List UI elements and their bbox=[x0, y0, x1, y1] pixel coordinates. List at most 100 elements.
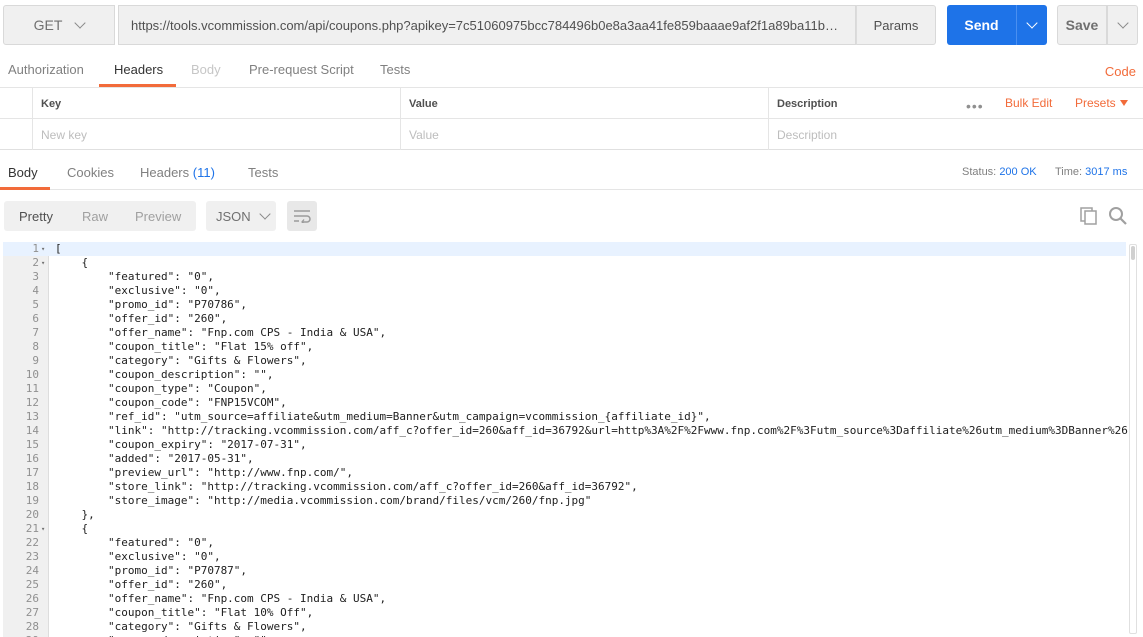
code-line: 25 "offer_id": "260", bbox=[3, 578, 1126, 592]
code-line: 14 "link": "http://tracking.vcommission.… bbox=[3, 424, 1128, 438]
line-number: 24 bbox=[25, 564, 39, 577]
tab-headers[interactable]: Headers bbox=[114, 62, 163, 77]
code-line: 21 ▾ { bbox=[3, 522, 1126, 536]
code-text: "promo_id": "P70787", bbox=[55, 564, 248, 577]
code-line: 11 "coupon_type": "Coupon", bbox=[3, 382, 1126, 396]
code-link[interactable]: Code bbox=[1105, 64, 1136, 79]
view-raw[interactable]: Raw bbox=[82, 209, 108, 224]
copy-icon[interactable] bbox=[1079, 206, 1099, 226]
code-line: 22 "featured": "0", bbox=[3, 536, 1126, 550]
ellipsis-icon[interactable]: ••• bbox=[966, 98, 984, 114]
code-text: "preview_url": "http://www.fnp.com/", bbox=[55, 466, 354, 479]
line-number: 10 bbox=[25, 368, 39, 381]
column-description: Description bbox=[768, 88, 958, 119]
format-select[interactable]: JSON bbox=[206, 201, 276, 231]
tab-response-body[interactable]: Body bbox=[8, 165, 38, 180]
code-text: "coupon_title": "Flat 10% Off", bbox=[55, 606, 314, 619]
method-select[interactable]: GET bbox=[3, 5, 115, 45]
line-number: 15 bbox=[25, 438, 39, 451]
code-line: 27 "coupon_title": "Flat 10% Off", bbox=[3, 606, 1126, 620]
code-text: "added": "2017-05-31", bbox=[55, 452, 254, 465]
code-line: 12 "coupon_code": "FNP15VCOM", bbox=[3, 396, 1126, 410]
code-text: "coupon_expiry": "2017-07-31", bbox=[55, 438, 307, 451]
line-number: 5 bbox=[32, 298, 39, 311]
headers-count: (11) bbox=[192, 165, 215, 180]
line-number: 18 bbox=[25, 480, 39, 493]
description-input[interactable]: Description bbox=[768, 119, 1143, 150]
status-value: 200 OK bbox=[999, 166, 1037, 178]
headers-table: Key Value Description ••• Bulk Edit Pres… bbox=[0, 88, 1143, 150]
time-label: Time: bbox=[1055, 166, 1083, 178]
code-text: "offer_name": "Fnp.com CPS - India & USA… bbox=[55, 326, 387, 339]
tab-body[interactable]: Body bbox=[191, 62, 221, 77]
save-options-button[interactable] bbox=[1107, 5, 1138, 45]
send-button[interactable]: Send bbox=[947, 5, 1016, 45]
view-preview[interactable]: Preview bbox=[135, 209, 181, 224]
line-number: 19 bbox=[25, 494, 39, 507]
tab-tests[interactable]: Tests bbox=[380, 62, 410, 77]
line-number: 6 bbox=[32, 312, 39, 325]
line-number: 9 bbox=[32, 354, 39, 367]
code-line: 3 "featured": "0", bbox=[3, 270, 1126, 284]
chevron-down-icon bbox=[259, 207, 271, 220]
bulk-edit-link[interactable]: Bulk Edit bbox=[1005, 96, 1052, 110]
url-input[interactable]: https://tools.vcommission.com/api/coupon… bbox=[118, 5, 856, 45]
code-line: 23 "exclusive": "0", bbox=[3, 550, 1126, 564]
line-number: 22 bbox=[25, 536, 39, 549]
line-number: 27 bbox=[25, 606, 39, 619]
response-time: Time: 3017 ms bbox=[1055, 166, 1127, 178]
send-options-button[interactable] bbox=[1016, 5, 1047, 45]
code-line: 8 "coupon_title": "Flat 15% off", bbox=[3, 340, 1126, 354]
tab-response-tests[interactable]: Tests bbox=[248, 165, 278, 180]
search-icon[interactable] bbox=[1108, 206, 1128, 226]
wrap-lines-button[interactable] bbox=[287, 201, 317, 231]
view-mode-selector: Pretty Raw Preview bbox=[4, 201, 196, 231]
code-text: "coupon_code": "FNP15VCOM", bbox=[55, 396, 287, 409]
line-number: 26 bbox=[25, 592, 39, 605]
code-text: { bbox=[55, 256, 89, 269]
tab-cookies[interactable]: Cookies bbox=[67, 165, 114, 180]
line-number: 16 bbox=[25, 452, 39, 465]
scrollbar-thumb[interactable] bbox=[1131, 246, 1135, 260]
new-key-input[interactable]: New key bbox=[32, 119, 402, 150]
request-tabs: Authorization Headers Body Pre-request S… bbox=[0, 52, 1143, 88]
presets-dropdown[interactable]: Presets bbox=[1075, 96, 1128, 110]
fold-arrow-icon[interactable]: ▾ bbox=[41, 256, 45, 270]
code-text: }, bbox=[55, 508, 95, 521]
line-number: 21 bbox=[25, 522, 39, 535]
code-line: 7 "offer_name": "Fnp.com CPS - India & U… bbox=[3, 326, 1126, 340]
code-text: "coupon_type": "Coupon", bbox=[55, 382, 267, 395]
tab-response-headers[interactable]: Headers (11) bbox=[140, 165, 215, 180]
code-line: 5 "promo_id": "P70786", bbox=[3, 298, 1126, 312]
code-text: [ bbox=[55, 242, 62, 255]
line-number: 1 bbox=[32, 242, 39, 255]
response-tabs: Body Cookies Headers (11) Tests Status: … bbox=[0, 150, 1143, 190]
fold-arrow-icon[interactable]: ▾ bbox=[41, 522, 45, 536]
response-body-editor[interactable]: 1 ▾[2 ▾ {3 "featured": "0", 4 "exclusive": … bbox=[3, 242, 1139, 637]
code-line: 24 "promo_id": "P70787", bbox=[3, 564, 1126, 578]
code-text: { bbox=[55, 522, 89, 535]
tab-authorization[interactable]: Authorization bbox=[8, 62, 84, 77]
code-text: "store_image": "http://media.vcommission… bbox=[55, 494, 592, 507]
value-input[interactable]: Value bbox=[400, 119, 768, 150]
code-text: "exclusive": "0", bbox=[55, 284, 221, 297]
fold-arrow-icon[interactable]: ▾ bbox=[41, 242, 45, 256]
code-text: "featured": "0", bbox=[55, 536, 214, 549]
code-line: 9 "category": "Gifts & Flowers", bbox=[3, 354, 1126, 368]
code-text: "offer_id": "260", bbox=[55, 312, 228, 325]
code-line: 4 "exclusive": "0", bbox=[3, 284, 1126, 298]
code-line: 2 ▾ { bbox=[3, 256, 1126, 270]
code-line: 16 "added": "2017-05-31", bbox=[3, 452, 1126, 466]
tab-pre-request-script[interactable]: Pre-request Script bbox=[249, 62, 354, 77]
code-line: 10 "coupon_description": "", bbox=[3, 368, 1126, 382]
line-number: 7 bbox=[32, 326, 39, 339]
save-button[interactable]: Save bbox=[1057, 5, 1107, 45]
params-button[interactable]: Params bbox=[856, 5, 936, 45]
response-view-bar: Pretty Raw Preview JSON bbox=[0, 190, 1143, 242]
code-text: "offer_name": "Fnp.com CPS - India & USA… bbox=[55, 592, 387, 605]
vertical-scrollbar[interactable] bbox=[1129, 244, 1137, 634]
view-pretty[interactable]: Pretty bbox=[19, 209, 53, 224]
line-number: 3 bbox=[32, 270, 39, 283]
line-number: 25 bbox=[25, 578, 39, 591]
code-text: "exclusive": "0", bbox=[55, 550, 221, 563]
